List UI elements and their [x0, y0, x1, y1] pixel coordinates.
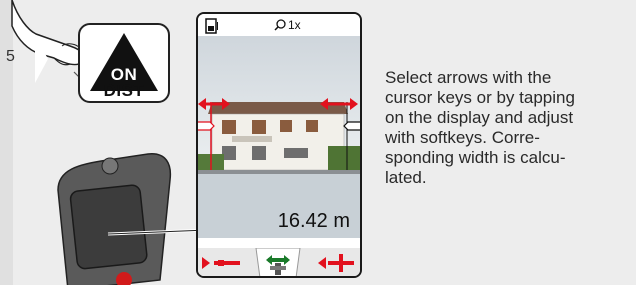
instruction-line: lated. — [385, 168, 427, 187]
step-number: 5 — [6, 48, 15, 65]
instruction-text: Select arrows with the cursor keys or by… — [385, 68, 630, 188]
on-dist-button[interactable]: ON DIST — [78, 23, 170, 103]
status-bar: 1x — [198, 14, 360, 36]
battery-icon — [205, 18, 218, 34]
instruction-line: Select arrows with the — [385, 68, 552, 87]
zoom-level: 1x — [288, 18, 301, 32]
instruction-line: on the display and adjust — [385, 108, 574, 127]
device-display: 1x 16.42 m — [196, 12, 362, 278]
width-measure-icon[interactable] — [254, 248, 302, 278]
instruction-line: with softkeys. Corre- — [385, 128, 540, 147]
camera-view — [198, 36, 360, 238]
arrows-apart-icon[interactable] — [312, 248, 360, 278]
instruction-panel: 5 ON DIST 1x 16.42 m Select arrows with … — [0, 0, 636, 285]
softkey-bar — [198, 248, 360, 278]
arrows-closer-icon[interactable] — [200, 248, 248, 278]
measurement-value: 16.42 m — [277, 210, 350, 232]
magnifier-icon — [274, 19, 286, 31]
distance-meter-device — [57, 153, 198, 285]
instruction-line: cursor keys or by tapping — [385, 88, 575, 107]
instruction-line: sponding width is calcu- — [385, 148, 566, 167]
dist-label: DIST — [103, 81, 145, 100]
step-chevron-icon — [35, 35, 48, 83]
